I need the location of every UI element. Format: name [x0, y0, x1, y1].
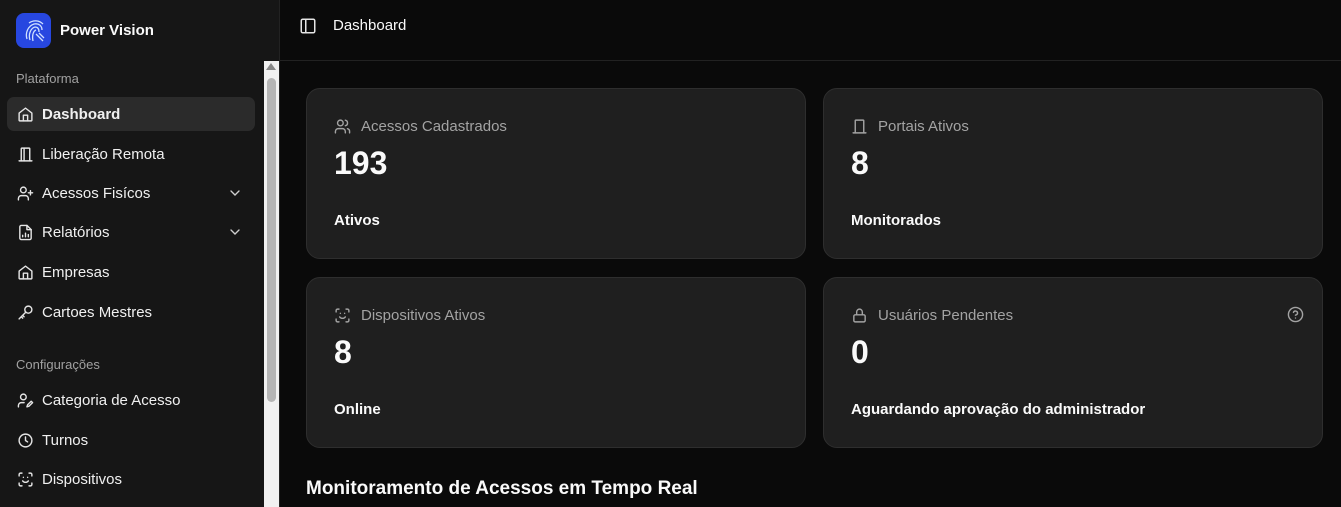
- brand[interactable]: Power Vision: [0, 0, 279, 61]
- stat-card-usuarios-pendentes: Usuários Pendentes 0 Aguardando aprovaçã…: [823, 277, 1323, 448]
- sidebar-item-dashboard[interactable]: Dashboard: [7, 97, 255, 131]
- lock-icon: [853, 308, 866, 323]
- sidebar-item-label: Cartoes Mestres: [42, 303, 153, 321]
- section-title: Monitoramento de Acessos em Tempo Real: [306, 478, 698, 499]
- sidebar-item-categoria-de-acesso[interactable]: Categoria de Acesso: [7, 383, 255, 417]
- chevron-down-icon[interactable]: [227, 224, 243, 240]
- card-subtitle: Online: [334, 401, 381, 418]
- breadcrumb-title: Dashboard: [333, 17, 407, 34]
- stat-card-acessos-cadastrados: Acessos Cadastrados 193 Ativos: [306, 88, 806, 259]
- card-subtitle: Monitorados: [851, 212, 941, 229]
- sidebar-item-label: Turnos: [42, 431, 89, 449]
- chevron-down-icon[interactable]: [227, 185, 243, 201]
- app-window: Power Vision Plataforma Dashboard Libera…: [0, 0, 1341, 507]
- home-icon: [16, 105, 34, 123]
- sidebar-item-label: Relatórios: [42, 223, 110, 241]
- sidebar-item-turnos[interactable]: Turnos: [7, 423, 255, 457]
- sidebar-item-acessos-fisicos[interactable]: Acessos Fisícos: [7, 176, 255, 210]
- users-icon: [334, 119, 351, 134]
- sidebar-item-dispositivos[interactable]: Dispositivos: [7, 462, 255, 496]
- user-plus-icon: [16, 184, 34, 202]
- card-title: Portais Ativos: [878, 118, 969, 135]
- clock-icon: [16, 431, 34, 449]
- sidebar-item-label: Liberação Remota: [42, 145, 165, 163]
- sidebar-item-label: Dispositivos: [42, 470, 123, 488]
- card-title: Dispositivos Ativos: [361, 307, 486, 324]
- card-value: 193: [334, 145, 388, 181]
- brand-name: Power Vision: [60, 22, 154, 39]
- help-circle-icon[interactable]: [1287, 306, 1304, 323]
- home-icon: [16, 263, 34, 281]
- brand-logo-icon: [16, 13, 51, 48]
- door-icon: [852, 119, 867, 134]
- sidebar-item-cartoes-mestres[interactable]: Cartoes Mestres: [7, 295, 255, 329]
- stat-card-portais-ativos: Portais Ativos 8 Monitorados: [823, 88, 1323, 259]
- sidebar-item-label: Empresas: [42, 263, 110, 281]
- sidebar-scrollbar[interactable]: [264, 61, 279, 507]
- card-value: 8: [334, 334, 352, 370]
- report-icon: [16, 223, 34, 241]
- scan-face-icon: [335, 308, 350, 323]
- card-title: Usuários Pendentes: [878, 307, 1014, 324]
- sidebar-toggle-icon[interactable]: [299, 17, 317, 35]
- door-icon: [16, 145, 34, 163]
- card-title: Acessos Cadastrados: [361, 118, 507, 135]
- sidebar-item-label: Categoria de Acesso: [42, 391, 181, 409]
- top-header: Dashboard: [280, 0, 1341, 61]
- stat-card-dispositivos-ativos: Dispositivos Ativos 8 Online: [306, 277, 806, 448]
- sidebar: Power Vision Plataforma Dashboard Libera…: [0, 0, 280, 507]
- card-subtitle: Aguardando aprovação do administrador: [851, 401, 1146, 418]
- sidebar-item-relatorios[interactable]: Relatórios: [7, 215, 255, 249]
- group-label-plataforma: Plataforma: [16, 71, 79, 86]
- key-icon: [16, 303, 34, 321]
- user-pen-icon: [16, 391, 34, 409]
- sidebar-item-label: Acessos Fisícos: [42, 184, 151, 202]
- scroll-up-arrow-icon[interactable]: [266, 63, 276, 70]
- sidebar-item-label: Dashboard: [42, 105, 121, 123]
- sidebar-nav: Plataforma Dashboard Liberação Remota Ac…: [0, 61, 264, 507]
- sidebar-item-liberacao-remota[interactable]: Liberação Remota: [7, 137, 255, 171]
- card-value: 8: [851, 145, 869, 181]
- card-subtitle: Ativos: [334, 212, 380, 229]
- sidebar-item-empresas[interactable]: Empresas: [7, 255, 255, 289]
- scroll-thumb[interactable]: [267, 78, 276, 402]
- scan-face-icon: [16, 470, 34, 488]
- group-label-configuracoes: Configurações: [16, 357, 100, 372]
- card-value: 0: [851, 334, 869, 370]
